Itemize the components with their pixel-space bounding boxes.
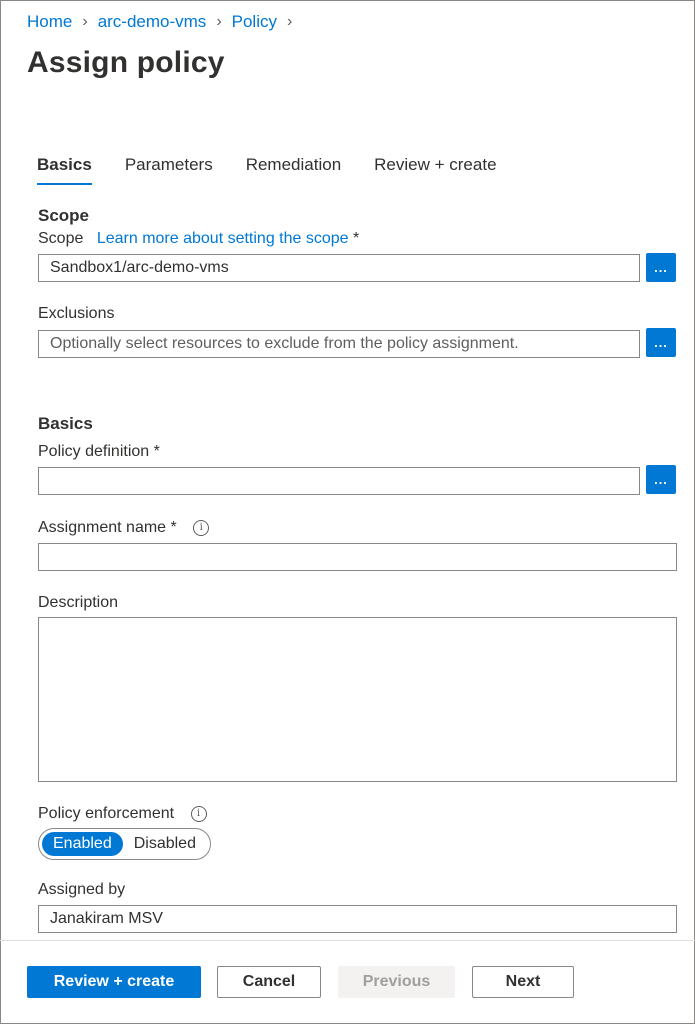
previous-button: Previous xyxy=(338,966,455,998)
tab-review-create[interactable]: Review + create xyxy=(374,155,496,183)
policy-enforcement-label: Policy enforcement xyxy=(38,805,175,822)
chevron-right-icon: › xyxy=(82,13,88,30)
assigned-by-label: Assigned by xyxy=(38,881,126,898)
chevron-right-icon: › xyxy=(216,13,222,30)
assignment-name-label: Assignment name * xyxy=(38,519,177,536)
review-create-button[interactable]: Review + create xyxy=(27,966,201,998)
breadcrumb: Home › arc-demo-vms › Policy › xyxy=(27,12,302,32)
tab-remediation[interactable]: Remediation xyxy=(246,155,341,183)
assignment-name-input[interactable] xyxy=(38,543,677,571)
exclusions-browse-button[interactable]: ... xyxy=(646,328,676,357)
scope-browse-button[interactable]: ... xyxy=(646,253,676,282)
exclusions-label: Exclusions xyxy=(38,305,115,322)
breadcrumb-policy[interactable]: Policy xyxy=(232,12,277,32)
breadcrumb-home[interactable]: Home xyxy=(27,12,72,32)
page-title: Assign policy xyxy=(27,46,225,79)
description-textarea[interactable] xyxy=(38,617,677,782)
learn-more-scope-link[interactable]: Learn more about setting the scope xyxy=(97,230,349,247)
enforcement-enabled-option[interactable]: Enabled xyxy=(42,832,123,856)
policy-definition-browse-button[interactable]: ... xyxy=(646,465,676,494)
tab-bar: Basics Parameters Remediation Review + c… xyxy=(37,155,530,185)
breadcrumb-arc-demo-vms[interactable]: arc-demo-vms xyxy=(98,12,207,32)
policy-definition-label: Policy definition * xyxy=(38,443,160,460)
policy-definition-field[interactable] xyxy=(38,467,640,495)
assigned-by-input[interactable]: Janakiram MSV xyxy=(38,905,677,933)
assignment-name-label-row: Assignment name * i xyxy=(38,519,210,537)
basics-section-title: Basics xyxy=(38,414,93,433)
next-button[interactable]: Next xyxy=(472,966,574,998)
chevron-right-icon: › xyxy=(287,13,293,30)
footer-divider xyxy=(0,940,695,941)
scope-section-title: Scope xyxy=(38,206,90,225)
scope-label-row: Scope Learn more about setting the scope… xyxy=(38,230,359,248)
required-mark: * xyxy=(353,230,360,247)
info-icon[interactable]: i xyxy=(190,805,207,822)
policy-enforcement-toggle: Enabled Disabled xyxy=(38,828,211,860)
tab-basics[interactable]: Basics xyxy=(37,155,92,185)
cancel-button[interactable]: Cancel xyxy=(217,966,321,998)
info-icon[interactable]: i xyxy=(193,519,210,536)
assign-policy-blade xyxy=(0,0,695,1024)
tab-parameters[interactable]: Parameters xyxy=(125,155,213,183)
exclusions-field[interactable]: Optionally select resources to exclude f… xyxy=(38,330,640,358)
scope-field[interactable]: Sandbox1/arc-demo-vms xyxy=(38,254,640,282)
description-label: Description xyxy=(38,594,119,611)
enforcement-label-row: Policy enforcement i xyxy=(38,805,207,823)
scope-label: Scope xyxy=(38,230,84,247)
enforcement-disabled-option[interactable]: Disabled xyxy=(123,832,207,856)
